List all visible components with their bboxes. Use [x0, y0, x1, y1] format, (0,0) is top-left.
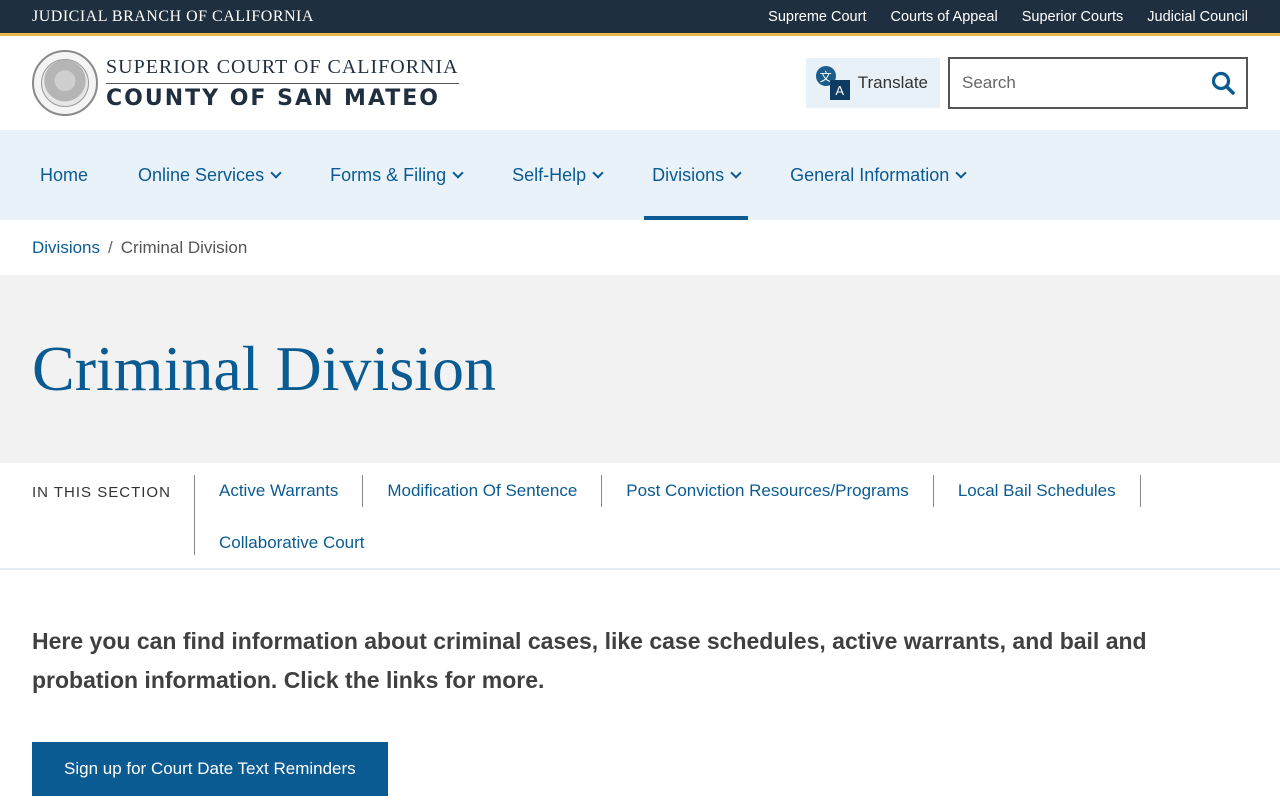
nav-item-forms-filing[interactable]: Forms & Filing	[322, 130, 470, 220]
site-title: SUPERIOR COURT OF CALIFORNIA COUNTY OF S…	[106, 56, 459, 111]
intro-text: Here you can find information about crim…	[32, 628, 1147, 693]
site-title-line2: COUNTY OF SAN MATEO	[106, 85, 441, 111]
top-link-judicial-council[interactable]: Judicial Council	[1147, 9, 1248, 25]
nav-item-label: Forms & Filing	[330, 164, 447, 185]
section-links: Active Warrants Modification Of Sentence…	[195, 475, 1248, 556]
in-this-section: IN THIS SECTION Active Warrants Modifica…	[0, 463, 1280, 570]
search-box	[948, 57, 1248, 109]
section-link-collaborative-court[interactable]: Collaborative Court	[195, 527, 389, 559]
nav-item-label: Self-Help	[512, 164, 587, 185]
translate-button[interactable]: 文A Translate	[805, 58, 940, 108]
translate-icon: 文A	[815, 66, 850, 100]
page-hero: Criminal Division	[0, 275, 1280, 463]
top-link-courts-of-appeal[interactable]: Courts of Appeal	[890, 9, 997, 25]
nav-item-online-services[interactable]: Online Services	[130, 130, 288, 220]
chevron-down-icon	[955, 166, 967, 179]
breadcrumb-current: Criminal Division	[120, 237, 248, 257]
nav-item-label: Home	[40, 164, 89, 185]
main-content: Here you can find information about crim…	[0, 570, 1280, 796]
site-logo[interactable]: SUPERIOR COURT OF CALIFORNIA COUNTY OF S…	[32, 50, 459, 116]
text-reminders-button[interactable]: Sign up for Court Date Text Reminders	[32, 742, 388, 796]
translate-label: Translate	[857, 73, 928, 92]
top-link-superior-courts[interactable]: Superior Courts	[1022, 9, 1124, 25]
chevron-down-icon	[592, 166, 604, 179]
page-title: Criminal Division	[32, 333, 496, 404]
main-navigation: Home Online Services Forms & Filing Self…	[0, 130, 1280, 220]
nav-item-home[interactable]: Home	[32, 130, 96, 220]
nav-item-self-help[interactable]: Self-Help	[504, 130, 610, 220]
site-header: SUPERIOR COURT OF CALIFORNIA COUNTY OF S…	[0, 36, 1280, 130]
court-seal-icon	[32, 50, 98, 116]
chevron-down-icon	[452, 166, 464, 179]
search-icon[interactable]	[1210, 70, 1236, 96]
section-link-post-conviction[interactable]: Post Conviction Resources/Programs	[602, 475, 934, 507]
breadcrumb-link-divisions[interactable]: Divisions	[32, 238, 100, 258]
nav-item-general-information[interactable]: General Information	[782, 130, 973, 220]
top-utility-bar: JUDICIAL BRANCH OF CALIFORNIA Supreme Co…	[0, 0, 1280, 36]
chevron-down-icon	[730, 166, 742, 179]
chevron-down-icon	[270, 166, 282, 179]
top-links: Supreme Court Courts of Appeal Superior …	[768, 9, 1248, 25]
site-title-line1: SUPERIOR COURT OF CALIFORNIA	[106, 56, 459, 84]
nav-item-divisions[interactable]: Divisions	[644, 130, 749, 220]
section-link-active-warrants[interactable]: Active Warrants	[195, 475, 364, 507]
nav-item-label: General Information	[790, 164, 950, 185]
top-link-supreme-court[interactable]: Supreme Court	[768, 9, 866, 25]
header-tools: 文A Translate	[805, 57, 1248, 109]
nav-item-label: Online Services	[138, 164, 265, 185]
nav-item-label: Divisions	[652, 164, 725, 185]
section-link-modification-of-sentence[interactable]: Modification Of Sentence	[363, 475, 603, 507]
judicial-branch-label: JUDICIAL BRANCH OF CALIFORNIA	[32, 7, 314, 25]
breadcrumb-separator: /	[108, 237, 113, 257]
section-nav-label: IN THIS SECTION	[32, 475, 195, 555]
search-input[interactable]	[962, 73, 1192, 93]
breadcrumb: Divisions / Criminal Division	[0, 220, 1280, 275]
section-link-local-bail-schedules[interactable]: Local Bail Schedules	[934, 475, 1141, 507]
